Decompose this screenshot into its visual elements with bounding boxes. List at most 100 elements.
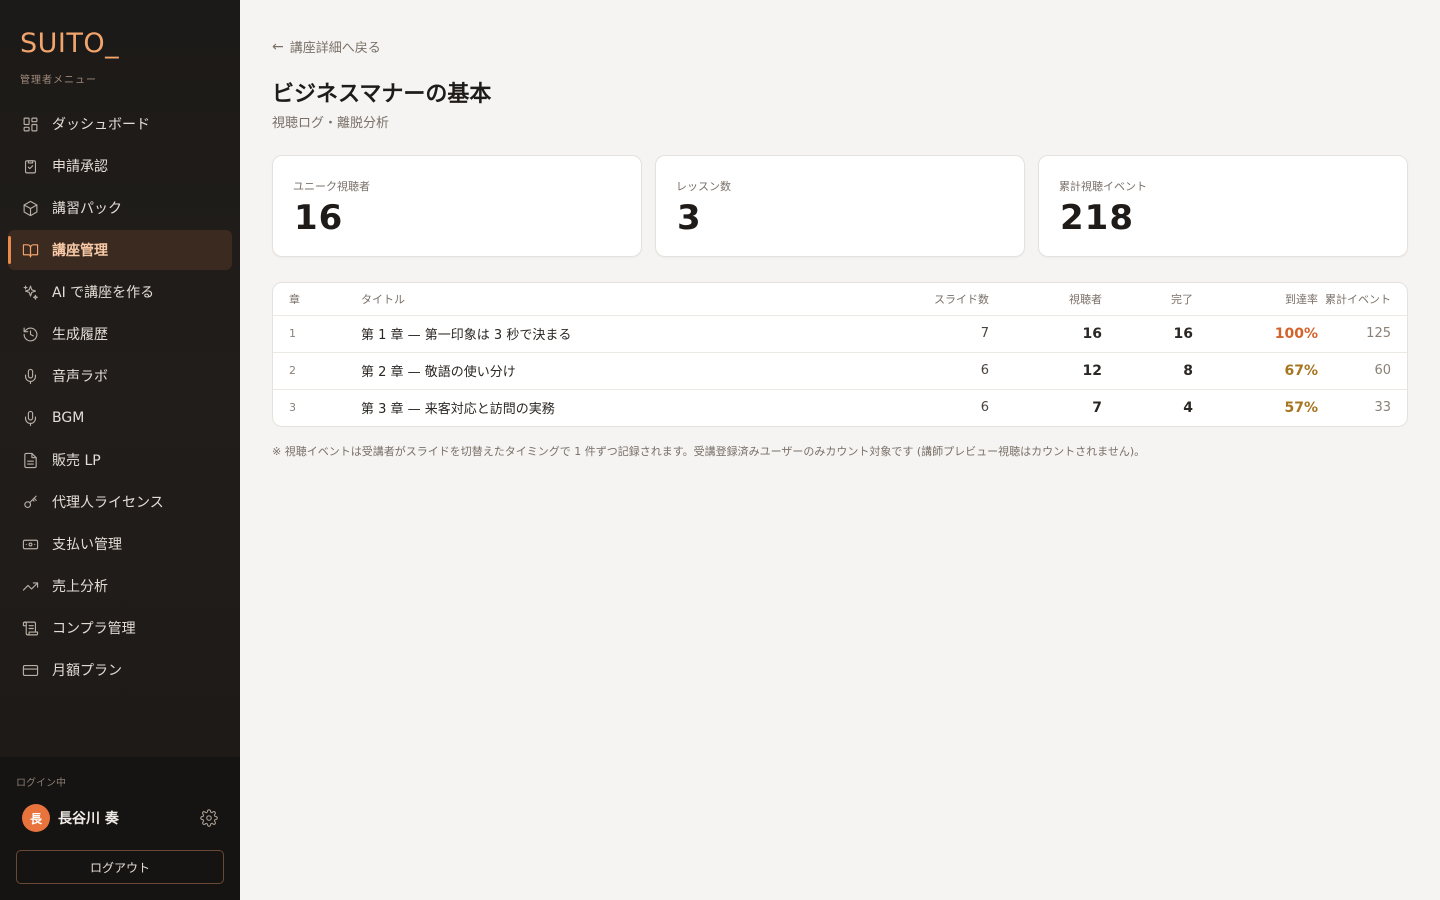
table-header-row: 章 タイトル スライド数 視聴者 完了 到達率 累計イベント: [273, 283, 1407, 316]
sidebar-item-bgm[interactable]: BGM: [8, 398, 232, 438]
cell-title: 第 1 章 — 第一印象は 3 秒で決まる: [361, 315, 791, 353]
sidebar-item-dashboard[interactable]: ダッシュボード: [8, 104, 232, 144]
stat-label: レッスン数: [676, 180, 731, 193]
sidebar-item-monthly-plan[interactable]: 月額プラン: [8, 650, 232, 690]
sidebar-item-compliance[interactable]: コンプラ管理: [8, 608, 232, 648]
sidebar-item-label: AI で講座を作る: [52, 285, 155, 301]
cell-chapter: 1: [273, 315, 361, 353]
cell-completed: 16: [1102, 315, 1193, 353]
table-row[interactable]: 1 第 1 章 — 第一印象は 3 秒で決まる 7 16 16 100% 125: [273, 315, 1407, 353]
sidebar-item-packs[interactable]: 講習パック: [8, 188, 232, 228]
sidebar-item-label: コンプラ管理: [52, 621, 136, 637]
col-header-title: タイトル: [361, 283, 791, 316]
cell-viewers: 12: [989, 352, 1102, 390]
sidebar-item-label: 講習パック: [52, 201, 122, 217]
sidebar-item-voice-lab[interactable]: 音声ラボ: [8, 356, 232, 396]
col-header-chapter: 章: [273, 283, 361, 316]
sparkles-icon: [20, 282, 40, 302]
sidebar-item-label: 講座管理: [52, 243, 108, 259]
grid-icon: [20, 114, 40, 134]
avatar: 長: [22, 804, 50, 832]
table-row[interactable]: 2 第 2 章 — 敬語の使い分け 6 12 8 67% 60: [273, 352, 1407, 390]
sidebar-item-label: 支払い管理: [52, 537, 122, 553]
cell-slides: 6: [791, 352, 989, 390]
stat-card-total-events: 累計視聴イベント 218: [1038, 155, 1408, 257]
sidebar-item-label: 生成履歴: [52, 327, 108, 343]
col-header-slides: スライド数: [791, 283, 989, 316]
stat-value: 218: [1060, 198, 1134, 238]
box-icon: [20, 198, 40, 218]
logout-button[interactable]: ログアウト: [16, 850, 224, 884]
cell-rate: 57%: [1284, 399, 1318, 416]
cell-completed: 8: [1102, 352, 1193, 390]
table-row[interactable]: 3 第 3 章 — 来客対応と訪問の実務 6 7 4 57% 33: [273, 389, 1407, 426]
mic-icon: [20, 366, 40, 386]
back-link-label: 講座詳細へ戻る: [289, 41, 381, 56]
brand-logo[interactable]: SUITO_: [20, 28, 119, 59]
cell-title: 第 2 章 — 敬語の使い分け: [361, 352, 791, 390]
sidebar-item-label: ダッシュボード: [52, 117, 150, 133]
col-header-viewers: 視聴者: [989, 283, 1102, 316]
sidebar-item-label: 申請承認: [52, 159, 108, 175]
credit-card-icon: [20, 660, 40, 680]
user-info: 長 長谷川 奏: [22, 804, 119, 832]
sidebar-item-history[interactable]: 生成履歴: [8, 314, 232, 354]
user-name: 長谷川 奏: [58, 811, 119, 827]
sidebar-item-label: BGM: [52, 410, 85, 426]
page-subtitle: 視聴ログ・離脱分析: [272, 116, 390, 131]
sidebar-footer: ログイン中 長 長谷川 奏 ログアウト: [0, 757, 240, 900]
sidebar-item-sales-lp[interactable]: 販売 LP: [8, 440, 232, 480]
mic-icon: [20, 408, 40, 428]
page-title: ビジネスマナーの基本: [272, 82, 492, 107]
sidebar-item-label: 月額プラン: [52, 663, 122, 679]
sidebar-item-sales-analytics[interactable]: 売上分析: [8, 566, 232, 606]
back-link[interactable]: ← 講座詳細へ戻る: [272, 37, 381, 57]
scroll-icon: [20, 618, 40, 638]
sidebar-item-approvals[interactable]: 申請承認: [8, 146, 232, 186]
sidebar-item-payments[interactable]: 支払い管理: [8, 524, 232, 564]
cell-completed: 4: [1183, 399, 1193, 416]
cell-title: 第 3 章 — 来客対応と訪問の実務: [361, 402, 555, 418]
stat-label: 累計視聴イベント: [1059, 180, 1147, 193]
arrow-left-icon: ←: [272, 38, 284, 55]
cell-viewers: 16: [989, 315, 1102, 353]
col-header-events: 累計イベント: [1318, 283, 1407, 316]
stat-card-unique-viewers: ユニーク視聴者 16: [272, 155, 642, 257]
cell-slides: 7: [791, 315, 989, 353]
stat-card-lessons: レッスン数 3: [655, 155, 1025, 257]
footnote: ※ 視聴イベントは受講者がスライドを切替えたタイミングで 1 件ずつ記録されます…: [272, 445, 1146, 458]
sidebar-item-agent-license[interactable]: 代理人ライセンス: [8, 482, 232, 522]
cell-events: 125: [1318, 315, 1407, 353]
stat-label: ユニーク視聴者: [293, 180, 370, 193]
stats-row: ユニーク視聴者 16 レッスン数 3 累計視聴イベント 218: [272, 155, 1408, 257]
cell-rate: 67%: [1193, 352, 1318, 390]
main-content: ← 講座詳細へ戻る ビジネスマナーの基本 視聴ログ・離脱分析 ユニーク視聴者 1…: [240, 0, 1440, 900]
cell-slides: 6: [980, 400, 989, 416]
sidebar-item-courses[interactable]: 講座管理: [8, 230, 232, 270]
brand-subtitle: 管理者メニュー: [20, 75, 97, 86]
cell-rate: 100%: [1193, 315, 1318, 353]
chapter-stats-table: 章 タイトル スライド数 視聴者 完了 到達率 累計イベント 1 第 1 章 —…: [272, 282, 1408, 427]
cell-chapter: 3: [289, 401, 296, 415]
col-header-completed: 完了: [1102, 283, 1193, 316]
sidebar: SUITO_ 管理者メニュー ダッシュボード 申請承認 講習パック 講座管理 A…: [0, 0, 240, 900]
cell-chapter: 2: [273, 352, 361, 390]
cell-events: 60: [1318, 352, 1407, 390]
cell-events: 33: [1374, 400, 1391, 416]
sidebar-item-label: 販売 LP: [52, 453, 101, 469]
banknote-icon: [20, 534, 40, 554]
sidebar-item-ai-create[interactable]: AI で講座を作る: [8, 272, 232, 312]
sidebar-item-label: 代理人ライセンス: [52, 495, 164, 511]
book-open-icon: [20, 240, 40, 260]
key-icon: [20, 492, 40, 512]
stat-value: 3: [677, 198, 702, 238]
trending-up-icon: [20, 576, 40, 596]
sidebar-nav: ダッシュボード 申請承認 講習パック 講座管理 AI で講座を作る 生成履歴 音…: [8, 104, 232, 692]
sidebar-item-label: 売上分析: [52, 579, 108, 595]
cell-viewers: 7: [1092, 399, 1102, 416]
col-header-rate: 到達率: [1193, 283, 1318, 316]
gear-icon[interactable]: [200, 809, 218, 827]
stat-value: 16: [294, 198, 344, 238]
file-icon: [20, 450, 40, 470]
login-status-label: ログイン中: [16, 778, 66, 789]
